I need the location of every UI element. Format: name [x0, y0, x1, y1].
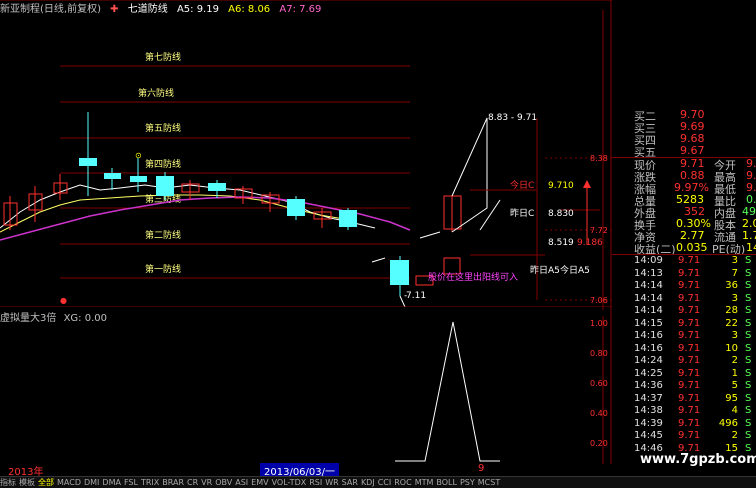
- projection-line: [419, 231, 441, 239]
- watermark: www.7gpzb.com: [640, 452, 756, 467]
- projection-line: [371, 257, 386, 263]
- signal-line: [395, 321, 500, 462]
- projection-line: [479, 199, 501, 231]
- today-c-value: 9.710: [548, 181, 574, 191]
- volume-indicator-chart[interactable]: 1.00 0.80 0.60 0.40 0.20: [0, 306, 612, 464]
- defense-line-label: 第六防线: [138, 87, 174, 99]
- defense-line-label: 第四防线: [145, 158, 181, 170]
- defense-line-label: 第五防线: [145, 122, 181, 134]
- indicator-tab[interactable]: MTM: [415, 478, 434, 487]
- indicator-tab[interactable]: VOL-TDX: [272, 478, 307, 487]
- defense-line-label: 第七防线: [145, 51, 181, 63]
- tick-row: 14:25 9.71 1 S: [634, 367, 752, 379]
- range-label: 8.83 - 9.71: [488, 113, 537, 123]
- indicator-tab[interactable]: SAR: [342, 478, 358, 487]
- tick-row: 14:39 9.71 496 S: [634, 417, 752, 429]
- today-c-label: 今日C: [510, 179, 534, 191]
- low-price-dash: -: [404, 291, 407, 301]
- indicator-tab[interactable]: TRIX: [141, 478, 159, 487]
- projection-line: [451, 117, 488, 233]
- indicator-tab[interactable]: ASI: [235, 478, 248, 487]
- tick-row: 14:14 9.71 28 S: [634, 305, 752, 316]
- indicator-tab[interactable]: WR: [325, 478, 338, 487]
- indicator-tab[interactable]: RSI: [309, 478, 322, 487]
- today-a5-label: 今日A5: [560, 264, 590, 276]
- tick-row: 14:36 9.71 5 S: [634, 380, 752, 391]
- indicator-tab[interactable]: EMV: [251, 478, 268, 487]
- sub-axis-label: 1.00: [590, 319, 608, 328]
- up-arrow-icon: [583, 180, 591, 188]
- sub-axis-label: 0.20: [590, 439, 608, 448]
- tick-row: 14:09 9.71 3 S: [634, 255, 752, 266]
- price-axis-label: 8.38: [590, 154, 608, 163]
- indicator-tab-bar: 指标 模板 全部 MACD DMI DMA FSL TRIX BRAR CR VR OBV ASI EMV…: [0, 476, 756, 488]
- signal-icon: ⊙: [135, 151, 142, 160]
- sub-axis-label: 0.80: [590, 349, 608, 358]
- defense-line-label: 第一防线: [145, 263, 181, 275]
- tick-row: 14:13 9.71 7 S: [634, 267, 752, 279]
- indicator-tab[interactable]: PSY: [460, 478, 475, 487]
- indicator-tab[interactable]: DMI: [84, 478, 99, 487]
- tick-row: 14:14 9.71 3 S: [634, 292, 752, 304]
- candles: [3, 112, 462, 296]
- yesterday-c-value: 8.830: [548, 209, 574, 219]
- indicator-tab[interactable]: CCI: [378, 478, 392, 487]
- xg-value: XG: 0.00: [63, 313, 107, 324]
- sub-axis-label: 0.60: [590, 379, 608, 388]
- indicator-tab[interactable]: BRAR: [162, 478, 184, 487]
- indicator-tab[interactable]: 模板: [19, 477, 35, 488]
- indicator-tab[interactable]: 指标: [0, 477, 16, 488]
- tick-row: 14:14 9.71 36 S: [634, 280, 752, 291]
- defense-line-label: 第二防线: [145, 229, 181, 241]
- indicator-tab[interactable]: ROC: [394, 478, 411, 487]
- tick-row: 14:15 9.71 22 S: [634, 317, 752, 329]
- indicator-tab[interactable]: 全部: [38, 477, 54, 488]
- low-price-label: 7.11: [406, 291, 426, 301]
- defense-lines: 第七防线 第六防线 第五防线 第四防线 第三防线 第二防线 第一防线: [60, 51, 410, 279]
- date-bar: 2013年 2013/06/03/一 9: [0, 463, 612, 478]
- tick-row: 14:45 9.71 2 S: [634, 430, 752, 441]
- buy-note: 股价在这里出阳线可入: [428, 271, 518, 283]
- sub-axis-label: 0.40: [590, 409, 608, 418]
- yesterday-a5-label: 昨日A5: [530, 264, 560, 276]
- price-axis-label: 7.06: [590, 296, 608, 305]
- indicator-tab[interactable]: DMA: [102, 478, 121, 487]
- sub-peak-label: 9: [478, 463, 485, 474]
- tick-row: 14:24 9.71 2 S: [634, 355, 752, 366]
- value-8519: 8.519: [548, 238, 574, 248]
- tick-row: 14:37 9.71 95 S: [634, 392, 752, 404]
- sub-title[interactable]: 虚拟量大3倍: [0, 313, 56, 324]
- kline-chart[interactable]: 第七防线 第六防线 第五防线 第四防线 第三防线 第二防线 第一防线 8.83 …: [0, 0, 612, 310]
- indicator-tab[interactable]: OBV: [215, 478, 232, 487]
- tick-row: 14:16 9.71 3 S: [634, 330, 752, 341]
- signal-marker: ●: [60, 296, 67, 305]
- tick-row: 14:38 9.71 4 S: [634, 405, 752, 416]
- value-9186: 9.186: [577, 238, 603, 248]
- yesterday-c-label: 昨日C: [510, 207, 534, 219]
- indicator-tab[interactable]: BOLL: [436, 478, 457, 487]
- tick-row: 14:16 9.71 10 S: [634, 342, 752, 354]
- order-row: 买五 9.67: [634, 144, 705, 159]
- indicator-tab[interactable]: VR: [201, 478, 212, 487]
- indicator-tab[interactable]: MCST: [478, 478, 500, 487]
- indicator-tab[interactable]: CR: [187, 478, 198, 487]
- price-axis-label: 7.72: [590, 226, 608, 235]
- indicator-tab[interactable]: KDJ: [361, 478, 375, 487]
- stat-row: 收益(二) 0.035 PE(动) 140: [634, 241, 756, 256]
- indicator-tab[interactable]: FSL: [124, 478, 138, 487]
- indicator-tab[interactable]: MACD: [57, 478, 81, 487]
- sub-chart-header: 虚拟量大3倍 XG: 0.00: [0, 309, 107, 324]
